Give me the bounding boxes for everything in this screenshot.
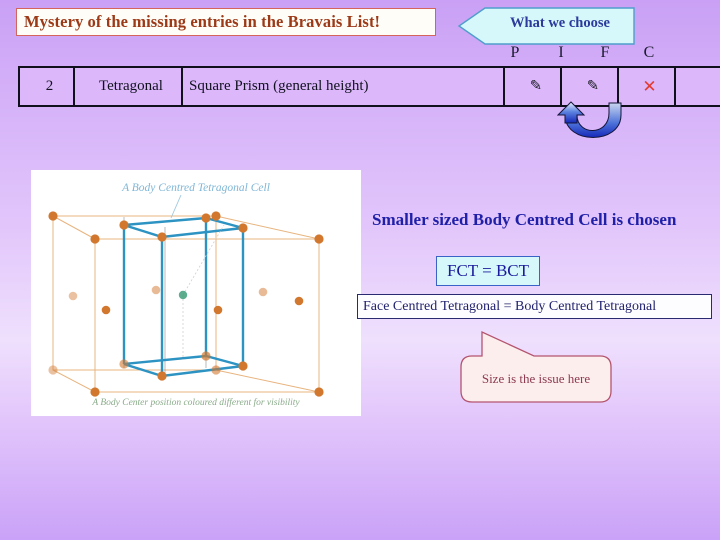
slide-canvas: Mystery of the missing entries in the Br… (0, 0, 720, 540)
cell-mark-c[interactable] (674, 66, 720, 107)
column-header-f: F (600, 44, 610, 61)
fct-equals-bct-box: FCT = BCT (436, 256, 540, 286)
fct-equals-bct-text: FCT = BCT (446, 261, 530, 280)
figure-caption-top: A Body Centred Tetragonal Cell (122, 182, 270, 194)
figure-caption-bottom: A Body Center position coloured differen… (92, 398, 300, 408)
smaller-cell-statement: Smaller sized Body Centred Cell is chose… (372, 210, 677, 229)
column-header-p: P (510, 44, 520, 61)
speech-bubble-icon (460, 330, 612, 403)
equality-expansion-box: Face Centred Tetragonal = Body Centred T… (357, 294, 712, 319)
bct-cell-figure: A Body Centred Tetragonal Cell A Body Ce… (31, 170, 361, 416)
page-title: Mystery of the missing entries in the Br… (24, 12, 381, 31)
cross-icon: ✕ (642, 76, 657, 97)
flag-check-icon: ✎ (529, 78, 542, 94)
cell-row-number: 2 (18, 66, 75, 107)
cell-crystal-system: Tetragonal (73, 66, 183, 107)
body-centre-atom (178, 290, 188, 300)
column-header-c: C (643, 44, 655, 61)
u-turn-arrow-icon (556, 101, 622, 138)
what-we-choose-banner: What we choose (457, 7, 635, 45)
cell-mark-p[interactable]: ✎ (503, 66, 562, 107)
column-header-i: I (558, 44, 564, 61)
what-we-choose-label: What we choose (510, 15, 610, 31)
flag-check-icon: ✎ (586, 78, 599, 94)
bct-cell-drawing-icon (48, 194, 324, 397)
equality-expansion-text: Face Centred Tetragonal = Body Centred T… (363, 298, 657, 314)
size-issue-label: Size is the issue here (481, 371, 591, 386)
cell-lattice-name: Square Prism (general height) (181, 66, 505, 107)
size-issue-callout: Size is the issue here (460, 330, 612, 404)
u-turn-arrow (556, 101, 629, 143)
slide-title-box: Mystery of the missing entries in the Br… (16, 8, 436, 36)
